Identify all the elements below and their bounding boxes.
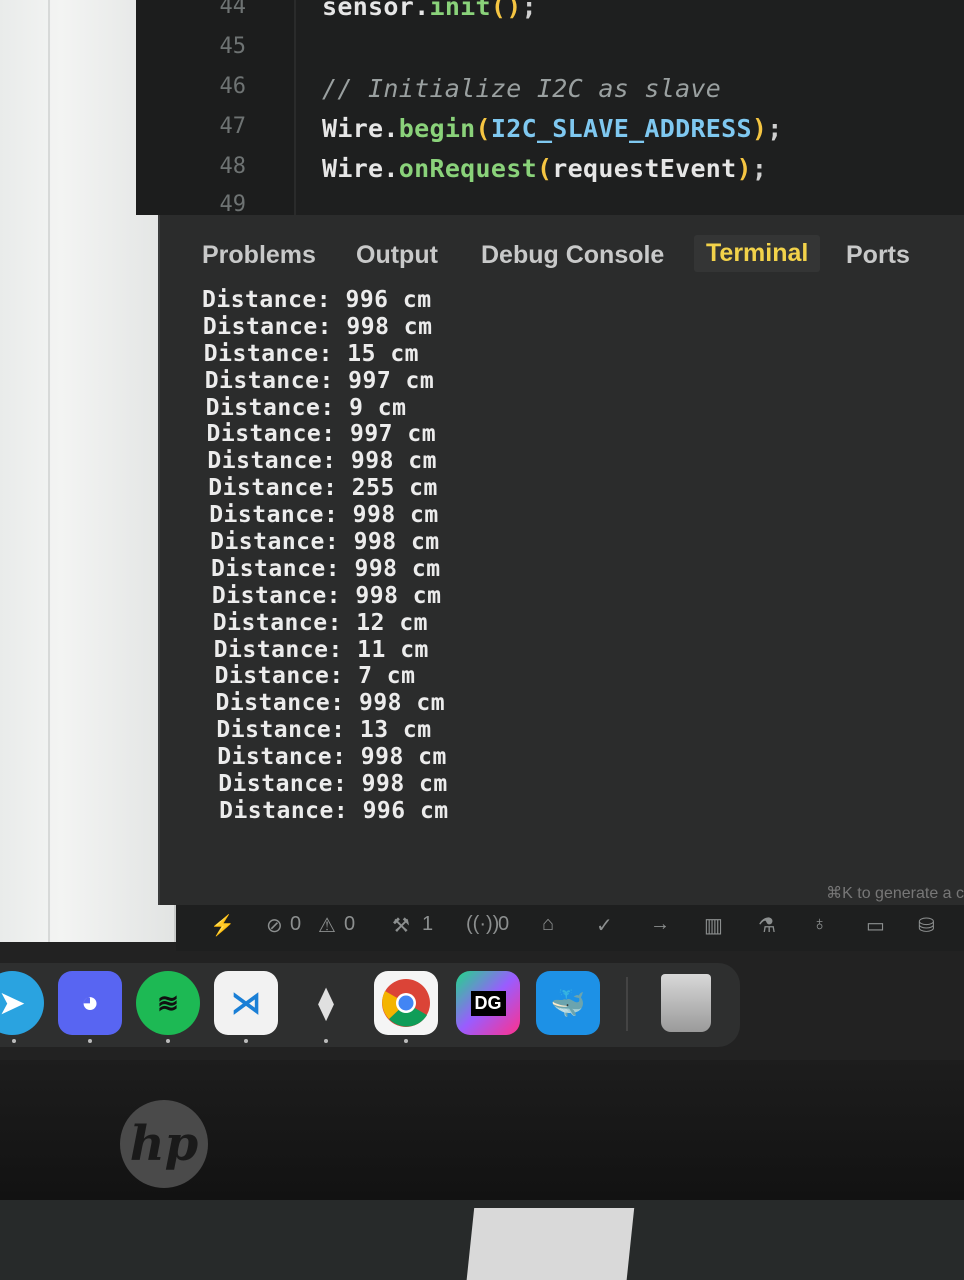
code-line[interactable]: sensor.init(); [322,0,537,21]
terminal-line: Distance: 996 cm [219,797,449,824]
arrow-right-icon[interactable]: → [650,913,670,936]
error-icon[interactable]: ⊘ [266,913,283,938]
terminal-line: Distance: 12 cm [212,609,429,636]
dock-area: ➤ ◕ ≋ ⋊ ⧫ DG 🐳 [0,951,964,1060]
line-number: 46 [219,74,247,99]
code-line[interactable]: Wire.begin(I2C_SLAVE_ADDRESS); [322,114,783,143]
bottom-panel: Problems Output Debug Console Terminal P… [158,215,964,905]
datagrip-icon[interactable]: DG [456,971,520,1035]
terminal-line: Distance: 13 cm [216,717,432,744]
warning-count[interactable]: 0 [344,913,355,936]
error-count[interactable]: 0 [290,913,301,936]
terminal-line: Distance: 996 cm [202,287,432,313]
tab-ports[interactable]: Ports [846,241,910,270]
generate-hint: ⌘K to generate a c [826,885,964,902]
trash-icon[interactable]: ▥ [704,913,723,938]
code-comment[interactable]: // Initialize I2C as slave [322,74,721,103]
ports-count[interactable]: 0 [498,913,509,936]
broadcast-icon[interactable]: ((·)) [466,913,499,936]
flask-icon[interactable]: ⚗ [758,913,776,938]
terminal-line: Distance: 998 cm [211,582,442,609]
terminal-line: Distance: 998 cm [218,771,448,798]
spotify-icon[interactable]: ≋ [136,971,200,1035]
chrome-icon[interactable] [374,971,438,1035]
monitor-bezel: hp [0,1060,964,1280]
warning-icon[interactable]: ⚠ [318,913,336,938]
line-number: 47 [219,114,247,139]
terminal-line: Distance: 11 cm [213,636,429,663]
terminal-icon[interactable]: ▭ [866,913,885,938]
hp-logo: hp [120,1100,208,1188]
terminal-line: Distance: 15 cm [203,340,420,367]
datagrip-label: DG [470,990,506,1016]
line-number: 44 [219,0,247,19]
terminal-line: Distance: 998 cm [211,555,441,582]
terminal-line: Distance: 997 cm [204,367,435,394]
tab-debug-console[interactable]: Debug Console [481,241,664,270]
terminal-line: Distance: 9 cm [205,394,407,421]
terminal-line: Distance: 998 cm [217,744,447,771]
tools-count[interactable]: 1 [422,913,433,936]
line-number: 45 [219,34,247,59]
terminal-line: Distance: 998 cm [209,502,439,529]
database-icon[interactable]: ⛁ [918,913,935,938]
screen: 44 45 46 47 48 49 sensor.init(); // Init… [0,0,964,1060]
discord-icon[interactable]: ◕ [58,971,122,1035]
terminal-line: Distance: 998 cm [202,313,433,340]
trash-icon[interactable] [654,971,718,1035]
monitor-stand [465,1208,635,1280]
code-editor[interactable]: 44 45 46 47 48 49 sensor.init(); // Init… [136,0,964,217]
code-line[interactable]: Wire.onRequest(requestEvent); [322,154,767,183]
docker-icon[interactable]: 🐳 [536,971,600,1035]
terminal-line: Distance: 998 cm [215,690,446,717]
line-number: 48 [219,154,247,179]
line-number-gutter: 44 45 46 47 48 49 [136,0,294,217]
terminal-line: Distance: 255 cm [208,475,438,502]
tab-terminal[interactable]: Terminal [694,235,821,272]
remote-icon[interactable]: ⚡ [210,913,235,938]
line-number: 49 [219,192,247,217]
sublime-icon[interactable]: ⧫ [294,971,358,1035]
terminal-line: Distance: 997 cm [206,421,437,448]
terminal-output[interactable]: Distance: 996 cm Distance: 998 cm Distan… [202,287,942,825]
plug-icon[interactable]: ♁ [812,913,827,936]
vscode-icon[interactable]: ⋊ [214,971,278,1035]
terminal-line: Distance: 998 cm [207,448,437,475]
panel-tabs: Problems Output Debug Console Terminal P… [160,235,964,285]
check-icon[interactable]: ✓ [596,913,613,938]
home-icon[interactable]: ⌂ [542,913,554,936]
terminal-line: Distance: 7 cm [214,663,416,690]
telegram-icon[interactable]: ➤ [0,971,44,1035]
tab-output[interactable]: Output [356,241,438,270]
status-bar: ⚡ ⊘ 0 ⚠ 0 ⚒ 1 ((·)) 0 ⌂ ✓ → ▥ ⚗ ♁ ▭ ⛁ [176,905,964,951]
tab-problems[interactable]: Problems [202,241,316,270]
tools-icon[interactable]: ⚒ [392,913,410,938]
terminal-line: Distance: 998 cm [210,529,440,556]
dock: ➤ ◕ ≋ ⋊ ⧫ DG 🐳 [0,963,740,1047]
